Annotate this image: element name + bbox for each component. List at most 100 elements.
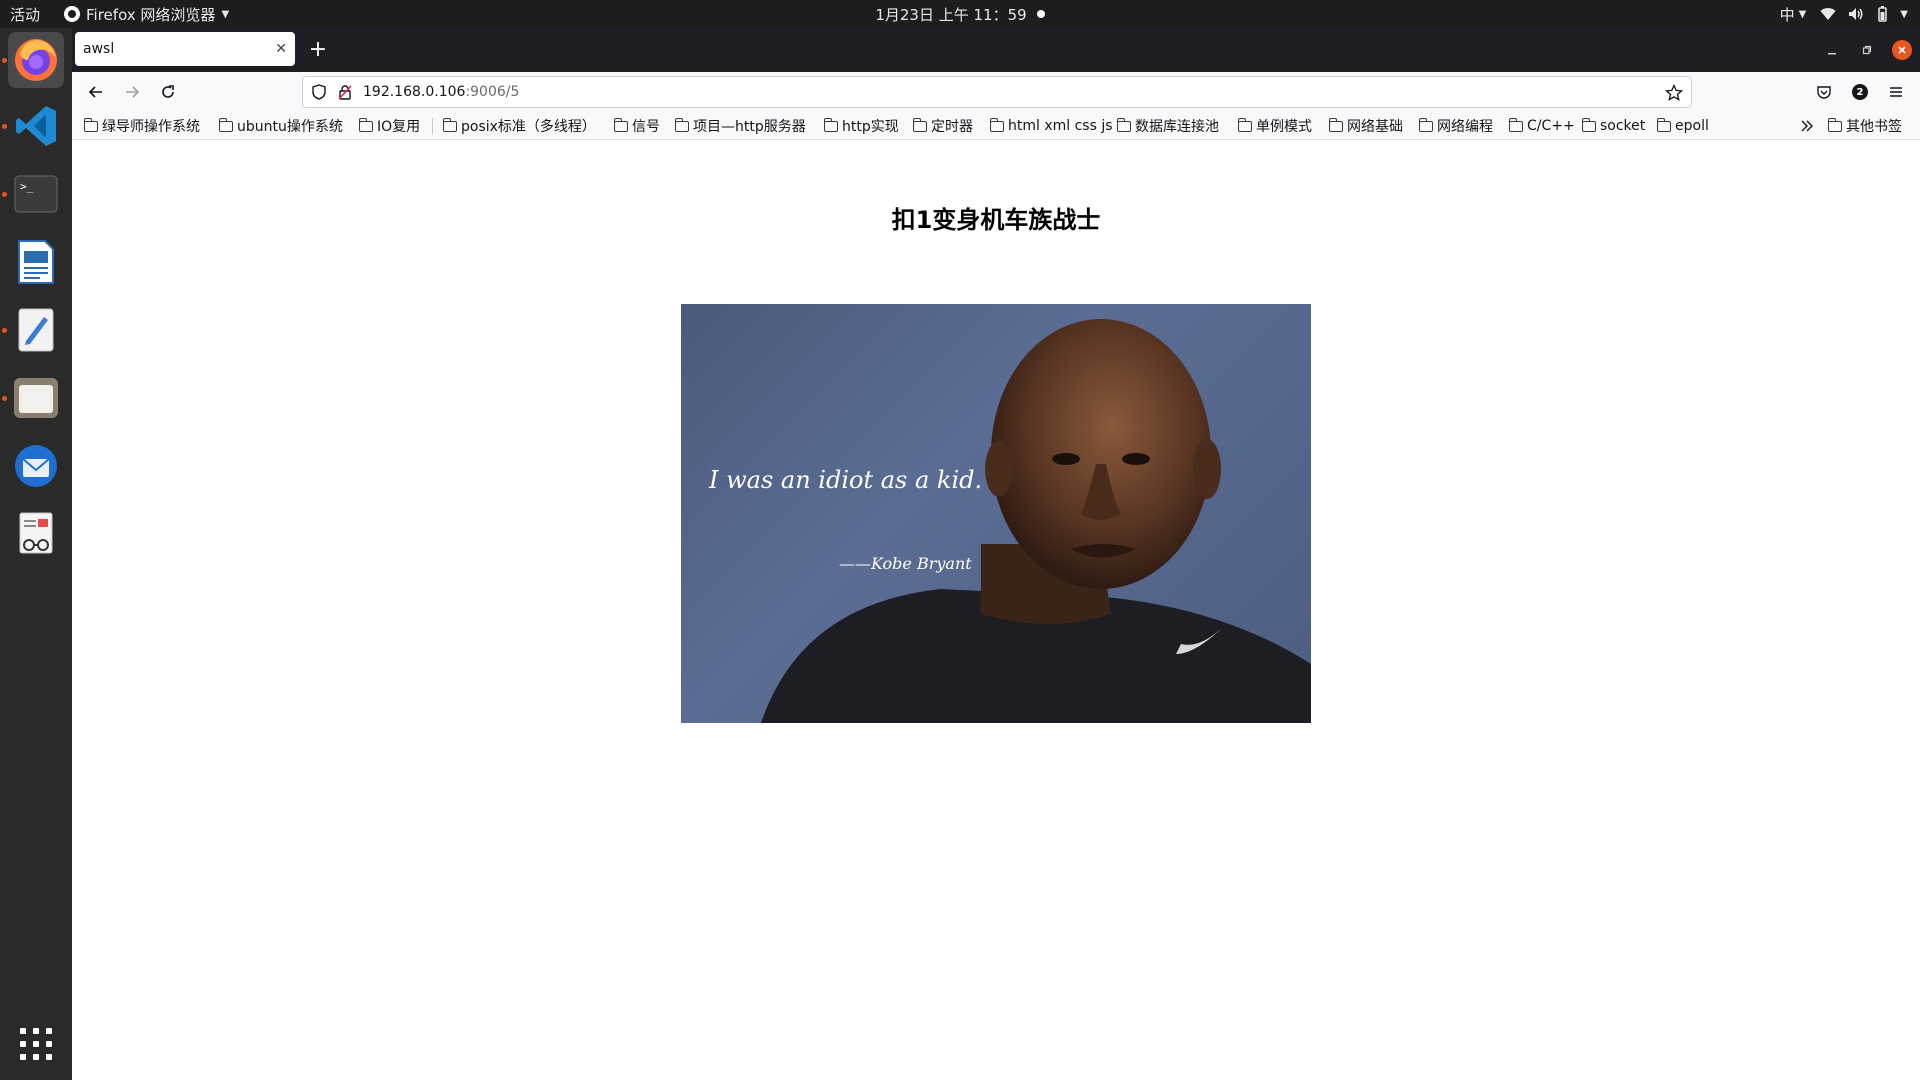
bookmark-folder[interactable]: 数据库连接池 [1116, 116, 1219, 136]
other-bookmarks-folder[interactable]: 其他书签 [1827, 116, 1902, 136]
tab-strip: awsl ✕ + [72, 28, 1920, 72]
navigation-toolbar: 192.168.0.106:9006/5 2 [72, 72, 1920, 112]
restore-button[interactable] [1857, 40, 1877, 60]
folder-icon [358, 117, 373, 132]
bookmarks-overflow-button[interactable] [1800, 116, 1814, 136]
dock-document-viewer[interactable] [8, 506, 64, 562]
bookmark-folder[interactable]: 项目—http服务器 [674, 116, 806, 136]
image-quote-author: ——Kobe Bryant [839, 554, 972, 573]
account-badge-count: 2 [1856, 86, 1864, 98]
bookmark-label: 绿导师操作系统 [102, 119, 200, 135]
running-indicator [2, 328, 7, 333]
app-menu-button[interactable] [1884, 80, 1908, 104]
bookmark-label: http实现 [842, 119, 899, 135]
folder-icon [442, 117, 457, 132]
text-editor-icon [18, 308, 54, 352]
bookmark-folder[interactable]: socket [1581, 116, 1645, 136]
folder-icon [1508, 117, 1523, 132]
dock-thunderbird[interactable] [8, 438, 64, 494]
dock-writer[interactable] [8, 234, 64, 290]
page-title: 扣1变身机车族战士 [891, 206, 1101, 234]
folder-icon [912, 117, 927, 132]
bookmark-folder[interactable]: IO复用 [358, 116, 421, 136]
bookmark-label: 项目—http服务器 [693, 119, 806, 135]
reload-button[interactable] [156, 80, 180, 104]
new-tab-button[interactable]: + [306, 38, 330, 62]
dock-text-editor[interactable] [8, 302, 64, 358]
folder-icon [1581, 117, 1596, 132]
close-icon[interactable]: ✕ [275, 41, 287, 57]
folder-icon [1237, 117, 1252, 132]
pocket-icon [1817, 86, 1831, 99]
bookmark-label: posix标准（多线程） [461, 119, 596, 135]
firefox-icon [64, 6, 81, 22]
terminal-icon: >_ [14, 175, 58, 213]
vscode-icon [16, 106, 56, 146]
bookmark-folder[interactable]: http实现 [823, 116, 899, 136]
bookmark-folder[interactable]: ubuntu操作系统 [218, 116, 343, 136]
minimize-icon [1828, 53, 1836, 55]
quote-image: I was an idiot as a kid. ——Kobe Bryant [681, 304, 1311, 723]
bookmark-label: 定时器 [931, 119, 973, 135]
dock-firefox[interactable] [8, 32, 64, 88]
minimize-button[interactable] [1822, 40, 1842, 60]
running-indicator [2, 192, 7, 197]
dock-files[interactable] [8, 370, 64, 426]
running-indicator [2, 124, 7, 129]
bookmark-label: html xml css js [1008, 118, 1113, 134]
files-icon [14, 378, 58, 418]
bookmark-folder[interactable]: 网络基础 [1328, 116, 1403, 136]
dock-vscode[interactable] [8, 98, 64, 154]
bookmark-folder[interactable]: epoll [1656, 116, 1709, 136]
url-path: :9006/5 [465, 84, 520, 100]
insecure-lock-icon [338, 85, 352, 100]
ubuntu-dock: >_ [0, 28, 72, 1080]
arrow-right-icon [126, 86, 140, 98]
bookmark-folder[interactable]: 定时器 [912, 116, 973, 136]
bookmark-folder[interactable]: 绿导师操作系统 [83, 116, 200, 136]
activities-button[interactable]: 活动 [10, 4, 40, 25]
bookmark-label: 网络编程 [1437, 119, 1493, 135]
folder-icon [1116, 117, 1131, 132]
chevron-down-icon: ▼ [1798, 8, 1807, 20]
account-button[interactable]: 2 [1848, 80, 1872, 104]
folder-icon [1328, 117, 1343, 132]
input-method-label: 中 [1779, 5, 1795, 24]
bookmark-folder[interactable]: html xml css js [989, 116, 1113, 136]
gnome-top-bar: 活动 Firefox 网络浏览器 ▼ 1月23日 上午 11：59 中 ▼ ▼ [0, 0, 1920, 28]
bookmark-label: 其他书签 [1846, 119, 1902, 135]
clock[interactable]: 1月23日 上午 11：59 [875, 4, 1026, 25]
account-badge-icon: 2 [1852, 84, 1868, 100]
dock-terminal[interactable]: >_ [8, 166, 64, 222]
svg-text:>_: >_ [20, 180, 34, 193]
restore-icon [1862, 45, 1872, 55]
show-applications-button[interactable] [20, 1028, 52, 1060]
bookmark-folder[interactable]: 单例模式 [1237, 116, 1312, 136]
bookmark-folder[interactable]: C/C++ [1508, 116, 1575, 136]
system-menu[interactable]: ▼ [1820, 6, 1908, 22]
image-quote-text: I was an idiot as a kid. [709, 466, 983, 494]
pocket-button[interactable] [1812, 80, 1836, 104]
url-bar[interactable]: 192.168.0.106:9006/5 [302, 76, 1692, 108]
forward-button[interactable] [120, 80, 144, 104]
bookmark-label: IO复用 [377, 119, 421, 135]
bookmark-label: 单例模式 [1256, 119, 1312, 135]
input-method-indicator[interactable]: 中 ▼ [1780, 4, 1807, 25]
tab-awsl[interactable]: awsl ✕ [75, 32, 295, 66]
bookmark-folder[interactable]: 网络编程 [1418, 116, 1493, 136]
bookmark-label: C/C++ [1527, 118, 1575, 134]
bookmark-folder[interactable]: 信号 [613, 116, 660, 136]
thunderbird-icon [15, 445, 57, 487]
running-indicator [2, 396, 7, 401]
app-menu[interactable]: Firefox 网络浏览器 ▼ [64, 4, 229, 25]
window-close-button[interactable] [1892, 40, 1912, 60]
url-host: 192.168.0.106 [363, 84, 466, 100]
folder-icon [218, 117, 233, 132]
bookmark-folder[interactable]: posix标准（多线程） [442, 116, 596, 136]
back-button[interactable] [84, 80, 108, 104]
page-viewport: 扣1变身机车族战士 I was an idiot as a kid. ——Kob… [72, 140, 1920, 1080]
reload-icon [162, 85, 174, 98]
bookmark-star-icon[interactable] [1665, 84, 1683, 102]
document-viewer-icon [19, 512, 53, 554]
wifi-icon [1820, 8, 1836, 20]
